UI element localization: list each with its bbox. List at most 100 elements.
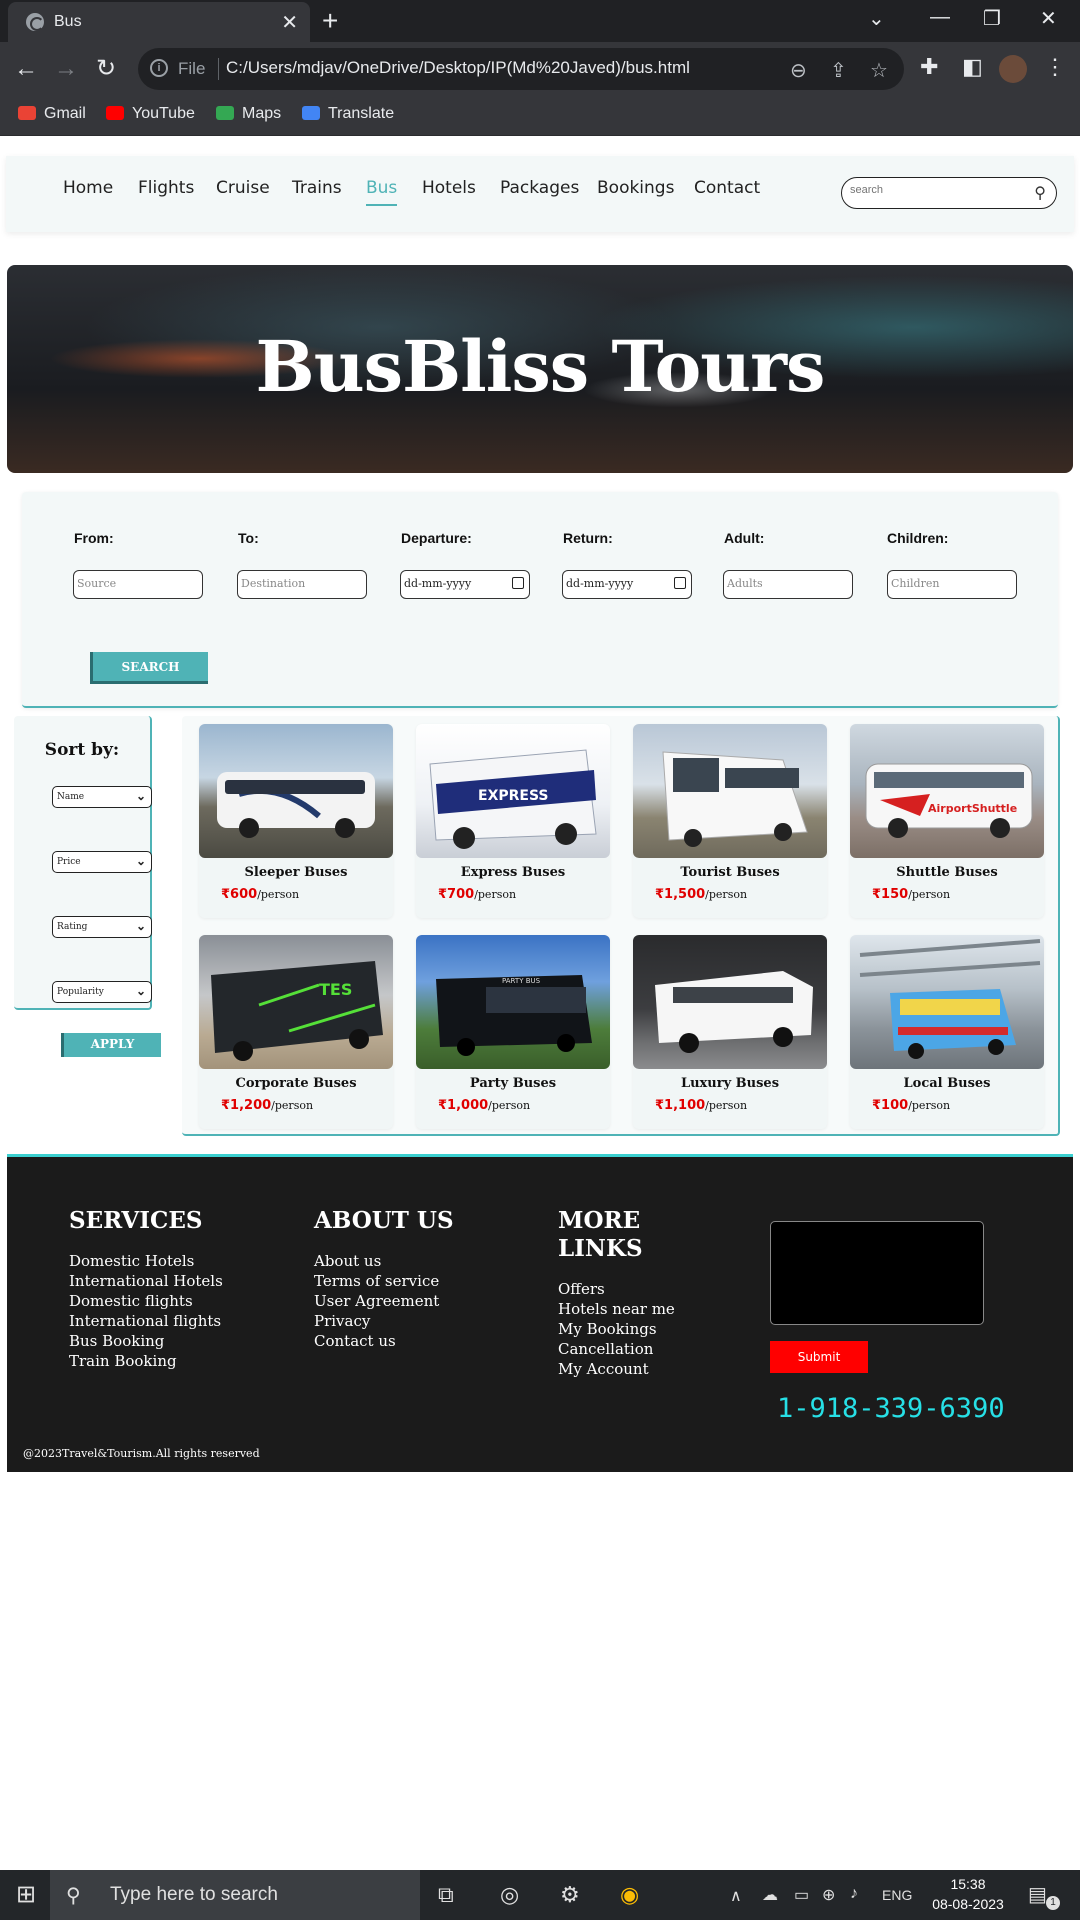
sort-name-select[interactable]: Name ⌄ xyxy=(52,786,152,808)
to-input[interactable]: Destination xyxy=(237,570,367,599)
bus-card-corporate[interactable]: TES Corporate Buses ₹1,200/person xyxy=(199,935,393,1129)
footer-link[interactable]: About us xyxy=(314,1251,439,1271)
calendar-icon[interactable] xyxy=(512,577,524,589)
close-tab-icon[interactable]: ✕ xyxy=(281,10,298,35)
windows-start-icon[interactable]: ⊞ xyxy=(16,1880,36,1909)
dell-icon[interactable]: ◎ xyxy=(500,1882,519,1908)
sort-rating-select[interactable]: Rating ⌄ xyxy=(52,916,152,938)
taskbar-search[interactable]: ⚲ Type here to search xyxy=(50,1870,420,1920)
language-indicator[interactable]: ENG xyxy=(882,1887,912,1903)
footer-link[interactable]: Hotels near me xyxy=(558,1299,675,1319)
apply-button[interactable]: APPLY xyxy=(61,1033,161,1057)
extensions-icon[interactable]: ✚ xyxy=(920,54,938,80)
sort-sidebar: Sort by: Name ⌄ Price ⌄ Rating ⌄ Popularity… xyxy=(14,716,152,1010)
minimize-icon[interactable]: — xyxy=(930,6,950,29)
zoom-icon[interactable]: ⊖ xyxy=(790,58,807,83)
nav-home[interactable]: Home xyxy=(63,178,113,198)
bus-illustration xyxy=(655,971,813,1053)
price-value: ₹100 xyxy=(872,1098,909,1113)
footer-link[interactable]: Offers xyxy=(558,1279,675,1299)
tab-search-icon[interactable]: ⌄ xyxy=(868,6,885,31)
return-date-input[interactable]: dd-mm-yyyy xyxy=(562,570,692,599)
footer-link[interactable]: Domestic Hotels xyxy=(69,1251,223,1271)
omnibox-divider xyxy=(218,58,219,80)
nav-hotels[interactable]: Hotels xyxy=(422,178,476,198)
price-unit: /person xyxy=(488,1099,531,1112)
nav-packages[interactable]: Packages xyxy=(500,178,579,198)
sort-popularity-select[interactable]: Popularity ⌄ xyxy=(52,981,152,1003)
share-icon[interactable]: ⇪ xyxy=(830,58,847,83)
feedback-textarea[interactable] xyxy=(770,1221,984,1325)
bus-name: Express Buses xyxy=(460,865,566,880)
submit-button[interactable]: Submit xyxy=(770,1341,868,1373)
info-icon[interactable]: i xyxy=(150,59,168,77)
forward-icon[interactable]: → xyxy=(54,54,78,84)
notifications-icon[interactable]: ▤ xyxy=(1028,1882,1047,1907)
nav-bus[interactable]: Bus xyxy=(366,178,398,206)
footer-link[interactable]: Privacy xyxy=(314,1311,439,1331)
nav-contact[interactable]: Contact xyxy=(694,178,760,198)
bus-card-tourist[interactable]: Tourist Buses ₹1,500/person xyxy=(633,724,827,918)
departure-date-input[interactable]: dd-mm-yyyy xyxy=(400,570,530,599)
nav-cruise[interactable]: Cruise xyxy=(216,178,270,198)
restore-icon[interactable]: ❐ xyxy=(983,6,1001,31)
footer-link[interactable]: International Hotels xyxy=(69,1271,223,1291)
footer-link[interactable]: Terms of service xyxy=(314,1271,439,1291)
sort-title: Sort by: xyxy=(44,740,120,760)
site-search[interactable]: ⚲ xyxy=(841,177,1057,209)
network-globe-icon[interactable]: ⊕ xyxy=(822,1885,835,1905)
shuttle-bus-image: AirportShuttle xyxy=(850,724,1044,858)
site-search-input[interactable] xyxy=(850,184,1020,196)
close-window-icon[interactable]: ✕ xyxy=(1040,6,1057,31)
bookmark-youtube[interactable]: YouTube xyxy=(106,105,195,123)
battery-icon[interactable]: ▭ xyxy=(794,1885,809,1905)
calendar-icon[interactable] xyxy=(674,577,686,589)
bus-card-express[interactable]: EXPRESS Express Buses ₹700/person xyxy=(416,724,610,918)
search-button[interactable]: SEARCH xyxy=(90,652,208,684)
from-input[interactable]: Source xyxy=(73,570,203,599)
bus-card-local[interactable]: Local Buses ₹100/person xyxy=(850,935,1044,1129)
onedrive-cloud-icon[interactable]: ☁ xyxy=(762,1885,778,1905)
speaker-icon[interactable]: ♪ xyxy=(850,1885,858,1903)
chevron-up-icon[interactable]: ∧ xyxy=(730,1886,742,1906)
side-panel-icon[interactable]: ◧ xyxy=(962,54,983,80)
footer-link[interactable]: Contact us xyxy=(314,1331,439,1351)
footer-link[interactable]: My Account xyxy=(558,1359,675,1379)
nav-bookings[interactable]: Bookings xyxy=(597,178,674,198)
back-icon[interactable]: ← xyxy=(14,54,38,84)
footer-link[interactable]: Train Booking xyxy=(69,1351,223,1371)
footer-link[interactable]: Cancellation xyxy=(558,1339,675,1359)
bookmark-translate[interactable]: Translate xyxy=(302,105,394,123)
footer-link[interactable]: Domestic flights xyxy=(69,1291,223,1311)
bus-card-sleeper[interactable]: Sleeper Buses ₹600/person xyxy=(199,724,393,918)
new-tab-icon[interactable]: + xyxy=(322,4,338,38)
chevron-down-icon: ⌄ xyxy=(135,984,146,998)
chevron-down-icon: ⌄ xyxy=(135,789,146,803)
menu-icon[interactable]: ⋮ xyxy=(1044,54,1066,80)
adults-input[interactable]: Adults xyxy=(723,570,853,599)
nav-flights[interactable]: Flights xyxy=(138,178,194,198)
bookmark-gmail[interactable]: Gmail xyxy=(18,105,86,123)
browser-tab[interactable]: Bus ✕ xyxy=(8,2,310,42)
children-input[interactable]: Children xyxy=(887,570,1017,599)
footer-link[interactable]: User Agreement xyxy=(314,1291,439,1311)
footer-link[interactable]: My Bookings xyxy=(558,1319,675,1339)
bookmark-maps[interactable]: Maps xyxy=(216,105,281,123)
clock[interactable]: 15:38 08-08-2023 xyxy=(928,1874,1008,1914)
search-icon[interactable]: ⚲ xyxy=(1034,183,1046,203)
profile-avatar[interactable] xyxy=(999,55,1027,83)
chrome-icon[interactable]: ◉ xyxy=(620,1882,639,1908)
task-view-icon[interactable]: ⧉ xyxy=(438,1882,454,1908)
bus-card-luxury[interactable]: Luxury Buses ₹1,100/person xyxy=(633,935,827,1129)
reload-icon[interactable]: ↻ xyxy=(96,54,116,84)
footer-link[interactable]: International flights xyxy=(69,1311,223,1331)
nav-trains[interactable]: Trains xyxy=(292,178,342,198)
address-bar[interactable]: i File C:/Users/mdjav/OneDrive/Desktop/I… xyxy=(138,48,904,90)
sort-price-select[interactable]: Price ⌄ xyxy=(52,851,152,873)
bookmark-star-icon[interactable]: ☆ xyxy=(870,58,888,83)
bus-card-party[interactable]: PARTY BUS Party Buses ₹1,000/person xyxy=(416,935,610,1129)
footer-link[interactable]: Bus Booking xyxy=(69,1331,223,1351)
url-text[interactable]: C:/Users/mdjav/OneDrive/Desktop/IP(Md%20… xyxy=(226,58,690,78)
bus-card-shuttle[interactable]: AirportShuttle Shuttle Buses ₹150/person xyxy=(850,724,1044,918)
settings-gear-icon[interactable]: ⚙ xyxy=(560,1882,580,1908)
